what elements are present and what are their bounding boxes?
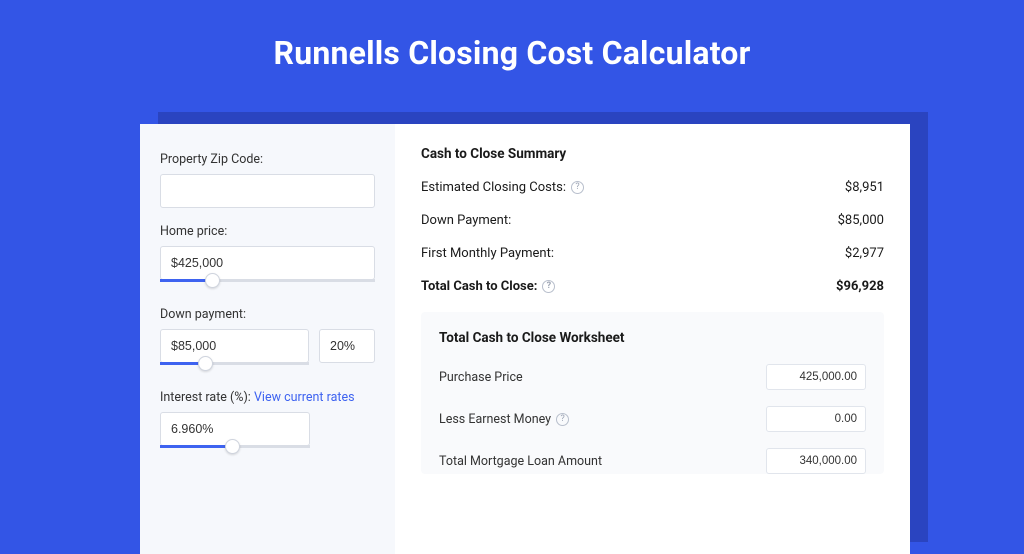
summary-value: $2,977: [845, 246, 884, 261]
summary-title: Cash to Close Summary: [421, 146, 884, 162]
down-payment-label: Down payment:: [160, 307, 375, 322]
interest-rate-slider[interactable]: [160, 445, 310, 457]
worksheet-row-loan-amount: Total Mortgage Loan Amount: [439, 448, 866, 474]
zip-input[interactable]: [160, 174, 375, 208]
summary-row-down-payment: Down Payment: $85,000: [421, 213, 884, 228]
summary-row-closing-costs: Estimated Closing Costs: ? $8,951: [421, 180, 884, 195]
summary-value: $85,000: [838, 213, 884, 228]
slider-thumb[interactable]: [225, 439, 240, 454]
calculator-card: Property Zip Code: Home price: Down paym…: [140, 124, 910, 554]
home-price-group: Home price:: [160, 224, 375, 291]
help-icon[interactable]: ?: [542, 280, 555, 293]
summary-row-first-payment: First Monthly Payment: $2,977: [421, 246, 884, 261]
slider-thumb[interactable]: [205, 273, 220, 288]
zip-group: Property Zip Code:: [160, 152, 375, 208]
interest-rate-group: Interest rate (%): View current rates: [160, 390, 375, 457]
page-title: Runnells Closing Cost Calculator: [0, 0, 1024, 98]
home-price-slider[interactable]: [160, 279, 375, 291]
summary-row-total: Total Cash to Close: ? $96,928: [421, 279, 884, 294]
down-payment-slider[interactable]: [160, 362, 309, 374]
home-price-input[interactable]: [160, 246, 375, 280]
worksheet-input-loan-amount[interactable]: [766, 448, 866, 474]
down-payment-group: Down payment:: [160, 307, 375, 374]
interest-rate-label: Interest rate (%): View current rates: [160, 390, 375, 405]
slider-thumb[interactable]: [198, 356, 213, 371]
help-icon[interactable]: ?: [556, 413, 569, 426]
worksheet-row-purchase-price: Purchase Price: [439, 364, 866, 390]
input-panel: Property Zip Code: Home price: Down paym…: [140, 124, 395, 554]
worksheet-panel: Total Cash to Close Worksheet Purchase P…: [421, 312, 884, 474]
zip-label: Property Zip Code:: [160, 152, 375, 167]
worksheet-input-purchase-price[interactable]: [766, 364, 866, 390]
down-payment-pct-input[interactable]: [319, 329, 375, 363]
results-panel: Cash to Close Summary Estimated Closing …: [395, 124, 910, 554]
home-price-label: Home price:: [160, 224, 375, 239]
summary-value: $8,951: [845, 180, 884, 195]
worksheet-row-earnest-money: Less Earnest Money ?: [439, 406, 866, 432]
worksheet-title: Total Cash to Close Worksheet: [439, 330, 866, 346]
view-rates-link[interactable]: View current rates: [254, 390, 355, 405]
worksheet-input-earnest-money[interactable]: [766, 406, 866, 432]
summary-total-value: $96,928: [836, 279, 884, 294]
help-icon[interactable]: ?: [571, 181, 584, 194]
down-payment-input[interactable]: [160, 329, 309, 363]
